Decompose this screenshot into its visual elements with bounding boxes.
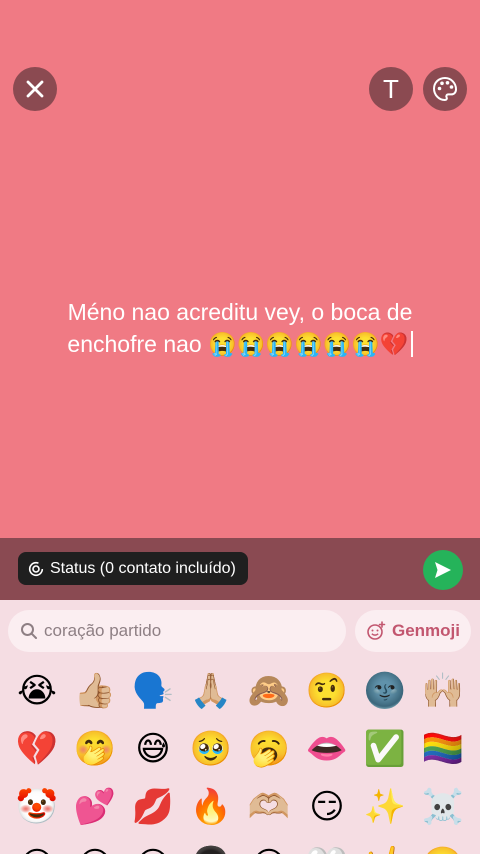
status-ring-icon [28, 561, 44, 576]
emoji-key[interactable]: 👩🏿 [182, 836, 240, 854]
emoji-key[interactable]: 👄 [298, 720, 356, 778]
emoji-keyboard: coração partido Genmoji 😭 👍🏼 🗣️ 🙏🏼 🙈 🤨 🌚 🙌🏼 💔 🤭 😅 🥹… [0, 600, 480, 854]
close-button[interactable] [13, 67, 57, 111]
emoji-key[interactable]: 💕 [66, 778, 124, 836]
emoji-key[interactable]: ✅ [356, 720, 414, 778]
emoji-key[interactable]: 😐 [66, 836, 124, 854]
emoji-key[interactable]: 🌚 [356, 662, 414, 720]
emoji-key[interactable]: 🫶🏼 [240, 778, 298, 836]
status-text-input[interactable]: Méno nao acreditu vey, o boca de enchofr… [20, 296, 460, 360]
emoji-key[interactable]: 😭 [8, 662, 66, 720]
background-color-button[interactable] [423, 67, 467, 111]
genmoji-label: Genmoji [391, 621, 460, 640]
audience-selector[interactable]: Status (0 contato incluído) [18, 552, 248, 585]
emoji-key[interactable]: 🤨 [298, 662, 356, 720]
emoji-key[interactable]: 🔥 [182, 778, 240, 836]
emoji-key[interactable]: 🥲 [414, 836, 472, 854]
emoji-key[interactable]: 👍🏼 [66, 662, 124, 720]
emoji-key[interactable]: 🤍 [298, 836, 356, 854]
close-icon [26, 80, 44, 98]
emoji-key[interactable]: 🤟 [356, 836, 414, 854]
text-style-button[interactable]: T [369, 67, 413, 111]
emoji-key[interactable]: 😅 [124, 720, 182, 778]
emoji-key[interactable]: ☠️ [414, 778, 472, 836]
emoji-key[interactable]: 🏳️‍🌈 [414, 720, 472, 778]
emoji-key[interactable]: 🙌🏼 [414, 662, 472, 720]
send-icon [435, 562, 451, 578]
text-caret [410, 331, 413, 357]
status-text-line-2: enchofre nao 😭😭😭😭😭😭💔 [20, 328, 460, 360]
emoji-key[interactable]: 🥹 [182, 720, 240, 778]
emoji-search-input[interactable]: coração partido [8, 610, 346, 652]
audience-label: Status (0 contato incluído) [50, 559, 236, 577]
emoji-key[interactable]: ✨ [356, 778, 414, 836]
emoji-key[interactable]: 🗣️ [124, 662, 182, 720]
search-icon [21, 623, 37, 639]
emoji-key[interactable]: 😊 [8, 836, 66, 854]
emoji-key[interactable]: 🙈 [240, 662, 298, 720]
compose-bar: Status (0 contato incluído) [0, 538, 480, 600]
palette-icon [432, 76, 458, 102]
emoji-key[interactable]: 🤡 [8, 778, 66, 836]
text-button-label: T [383, 73, 399, 104]
genmoji-icon [367, 621, 386, 640]
emoji-key[interactable]: 😶 [240, 836, 298, 854]
emoji-grid: 😭👍🏼🗣️🙏🏼🙈🤨🌚🙌🏼💔🤭😅🥹🥱👄✅🏳️‍🌈🤡💕💋🔥🫶🏼😏✨☠️😊😐😶👩🏿😶🤍… [8, 662, 472, 854]
emoji-key[interactable]: 🙏🏼 [182, 662, 240, 720]
emoji-key[interactable]: 🥱 [240, 720, 298, 778]
emoji-key[interactable]: 😏 [298, 778, 356, 836]
emoji-key[interactable]: 🤭 [66, 720, 124, 778]
emoji-search-text: coração partido [44, 621, 162, 640]
status-canvas[interactable]: T Méno nao acreditu vey, o boca de encho… [0, 0, 480, 538]
emoji-key[interactable]: 💋 [124, 778, 182, 836]
emoji-key[interactable]: 😶 [124, 836, 182, 854]
status-text-line-1: Méno nao acreditu vey, o boca de [67, 299, 413, 325]
genmoji-button[interactable]: Genmoji [355, 610, 471, 652]
status-text-line-2-content: enchofre nao 😭😭😭😭😭😭💔 [67, 331, 409, 357]
emoji-key[interactable]: 💔 [8, 720, 66, 778]
send-button[interactable] [423, 550, 463, 590]
